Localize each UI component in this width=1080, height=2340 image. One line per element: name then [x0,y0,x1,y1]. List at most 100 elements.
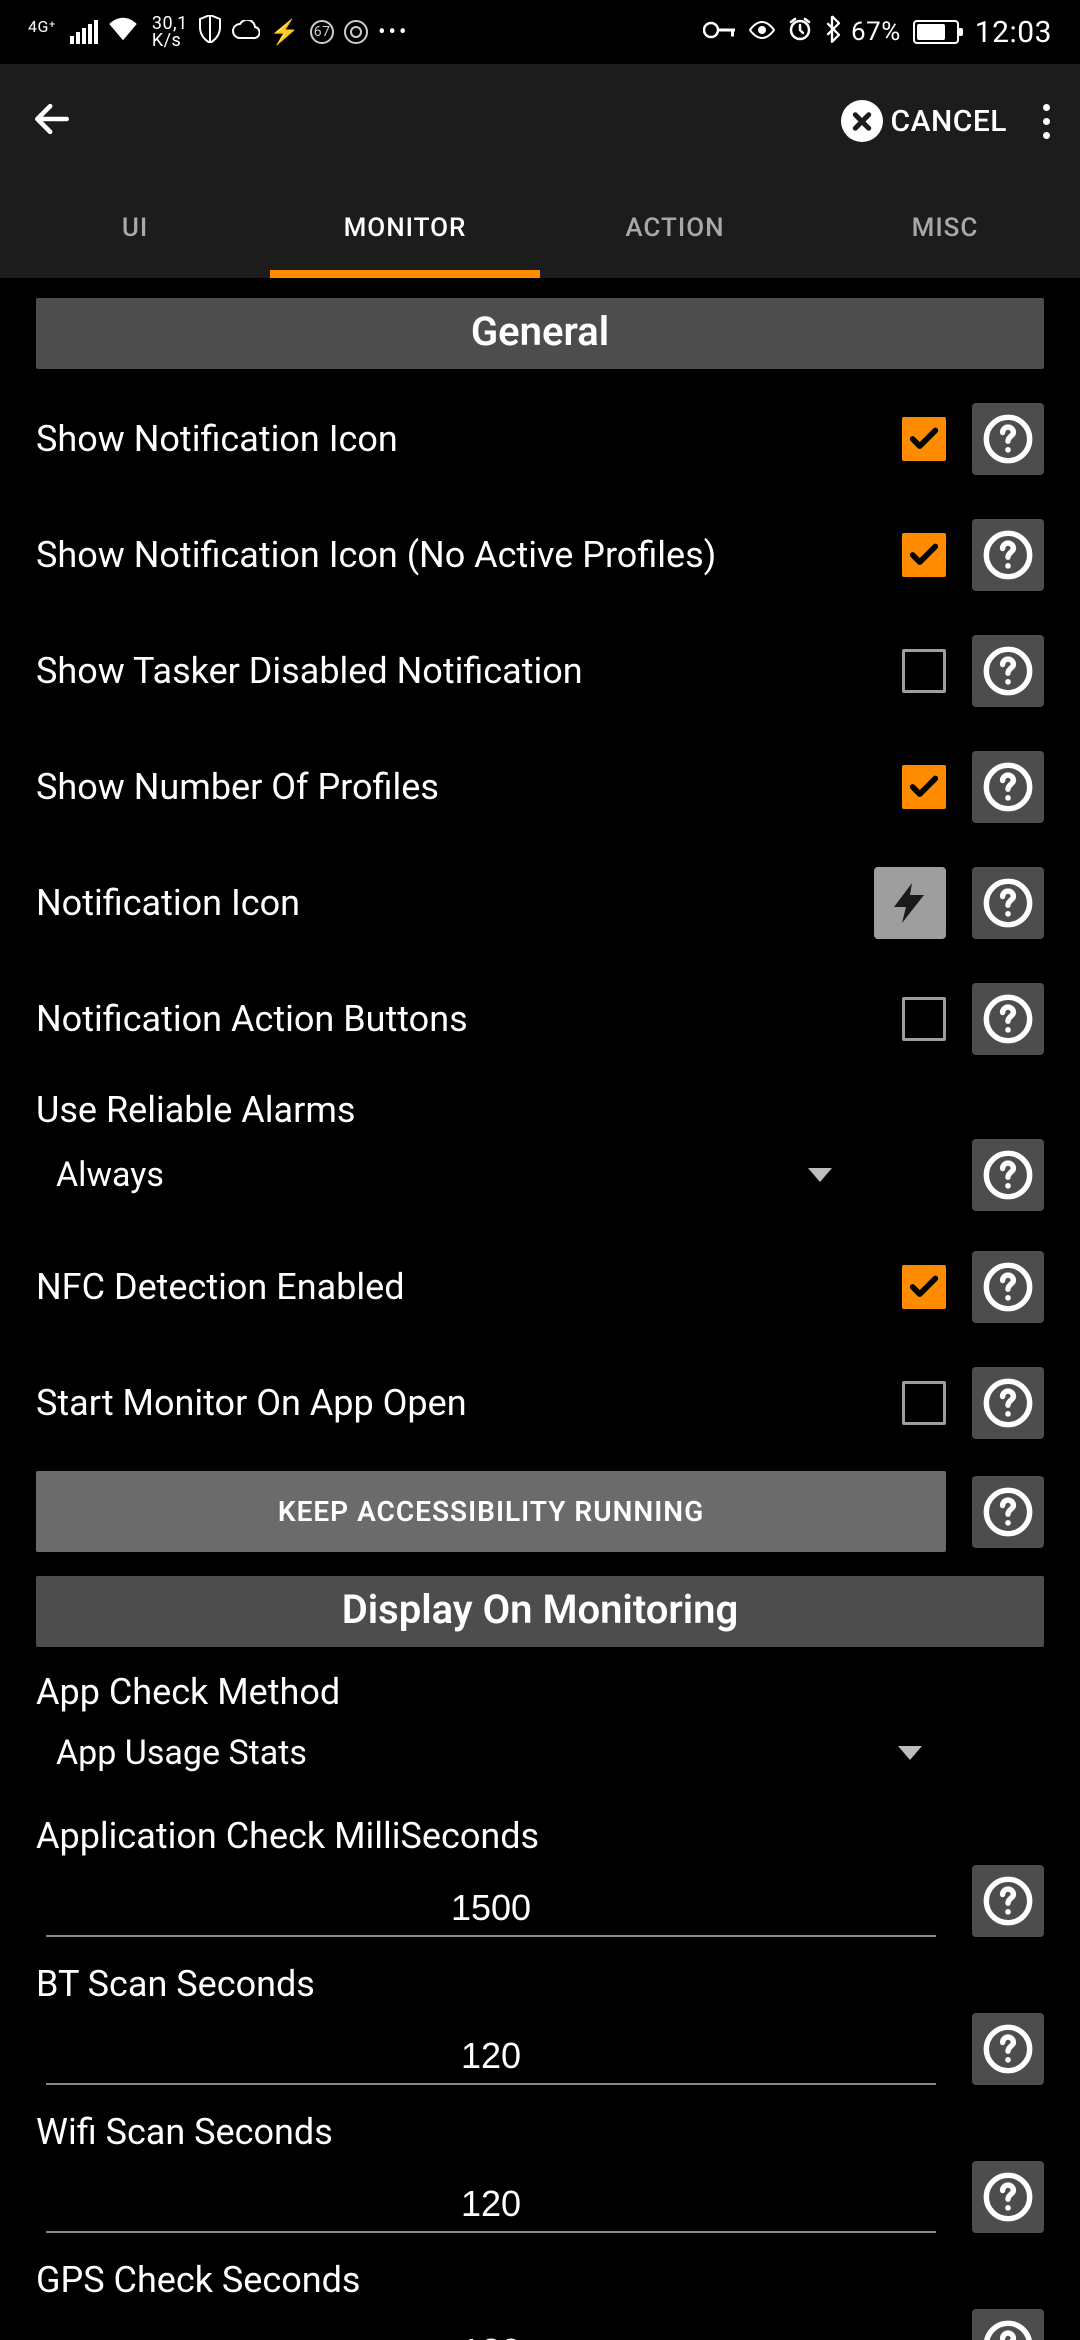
wifi-icon [108,17,138,48]
cloud-icon [232,17,260,47]
label: Show Notification Icon [36,418,876,460]
checkbox-show-notification-icon-noactive[interactable] [902,533,946,577]
row-bt-scan-value [36,2009,1044,2099]
signal-icon [70,20,98,44]
row-wifi-scan-label: Wifi Scan Seconds [36,2099,1044,2157]
input-gps-check[interactable] [46,2321,936,2340]
tab-monitor[interactable]: MONITOR [270,178,540,278]
section-header-general: General [36,298,1044,369]
checkbox-start-monitor-on-open[interactable] [902,1381,946,1425]
dropdown-value: Always [56,1155,164,1195]
status-right: 67% 12:03 [703,15,1052,50]
section-header-display-on: Display On Monitoring [36,1576,1044,1647]
help-button[interactable] [972,1476,1044,1548]
notification-icon-picker[interactable] [874,867,946,939]
help-button[interactable] [972,867,1044,939]
row-nfc-detection: NFC Detection Enabled [36,1229,1044,1345]
label: App Check Method [36,1671,1044,1713]
label: NFC Detection Enabled [36,1266,876,1308]
row-keep-accessibility: KEEP ACCESSIBILITY RUNNING [36,1461,1044,1576]
row-show-notification-icon: Show Notification Icon [36,381,1044,497]
clock-time: 12:03 [975,15,1052,50]
checkbox-notification-action-buttons[interactable] [902,997,946,1041]
cancel-label: CANCEL [891,104,1008,139]
row-show-notification-icon-noactive: Show Notification Icon (No Active Profil… [36,497,1044,613]
row-app-check-method-label: App Check Method [36,1659,1044,1717]
input-app-check-ms[interactable] [46,1877,936,1937]
help-button[interactable] [972,983,1044,1055]
row-show-tasker-disabled: Show Tasker Disabled Notification [36,613,1044,729]
dropdown-app-check-method[interactable]: App Usage Stats [36,1721,946,1785]
row-notification-icon: Notification Icon [36,845,1044,961]
tab-action[interactable]: ACTION [540,178,810,278]
checkbox-show-tasker-disabled[interactable] [902,649,946,693]
input-wifi-scan[interactable] [46,2173,936,2233]
label: BT Scan Seconds [36,1963,1044,2005]
help-button[interactable] [972,2161,1044,2233]
tab-misc[interactable]: MISC [810,178,1080,278]
label: Show Notification Icon (No Active Profil… [36,534,876,576]
cancel-button[interactable]: CANCEL [841,100,1008,142]
row-app-check-method-value: App Usage Stats [36,1717,1044,1803]
input-bt-scan[interactable] [46,2025,936,2085]
row-app-check-ms-value [36,1861,1044,1951]
help-button[interactable] [972,1865,1044,1937]
help-button[interactable] [972,2013,1044,2085]
label: Notification Action Buttons [36,998,876,1040]
label: Show Tasker Disabled Notification [36,650,876,692]
eye-icon [747,17,777,47]
overflow-menu-button[interactable] [1037,98,1056,145]
row-gps-check-value [36,2305,1044,2340]
row-gps-check-label: GPS Check Seconds [36,2247,1044,2305]
row-show-number-of-profiles: Show Number Of Profiles [36,729,1044,845]
label: Show Number Of Profiles [36,766,876,808]
tab-bar: UI MONITOR ACTION MISC [0,178,1080,278]
status-left: 4G⁺ 30,1 K/s ⚡ 67 ••• [28,15,409,50]
battery-percent: 67% [851,17,901,47]
help-button[interactable] [972,2309,1044,2340]
help-button[interactable] [972,751,1044,823]
dropdown-use-reliable-alarms[interactable]: Always [36,1143,856,1207]
help-button[interactable] [972,519,1044,591]
row-use-reliable-alarms-label: Use Reliable Alarms [36,1077,1044,1135]
circle-badge-1: 67 [310,20,334,44]
circle-badge-2 [344,20,368,44]
close-icon [841,100,883,142]
bolt-icon: ⚡ [270,18,300,46]
row-bt-scan-label: BT Scan Seconds [36,1951,1044,2009]
network-speed: 30,1 K/s [152,15,188,49]
row-notification-action-buttons: Notification Action Buttons [36,961,1044,1077]
key-icon [703,17,737,47]
help-button[interactable] [972,1367,1044,1439]
chevron-down-icon [898,1746,922,1760]
row-app-check-ms-label: Application Check MilliSeconds [36,1803,1044,1861]
checkbox-show-notification-icon[interactable] [902,417,946,461]
status-bar: 4G⁺ 30,1 K/s ⚡ 67 ••• [0,0,1080,64]
label: Notification Icon [36,882,848,924]
help-button[interactable] [972,403,1044,475]
alarm-icon [787,16,813,49]
label: Start Monitor On App Open [36,1382,876,1424]
label: Use Reliable Alarms [36,1089,1044,1131]
label: Wifi Scan Seconds [36,2111,1044,2153]
bluetooth-icon [823,15,841,50]
back-button[interactable] [30,97,74,145]
label: GPS Check Seconds [36,2259,1044,2301]
app-bar: CANCEL UI MONITOR ACTION MISC [0,64,1080,278]
keep-accessibility-button[interactable]: KEEP ACCESSIBILITY RUNNING [36,1471,946,1552]
shield-icon [198,15,222,50]
row-use-reliable-alarms-value: Always [36,1135,1044,1229]
status-more-icon: ••• [378,20,409,45]
battery-icon [913,20,959,44]
checkbox-show-number-of-profiles[interactable] [902,765,946,809]
network-type: 4G⁺ [28,17,56,36]
help-button[interactable] [972,1251,1044,1323]
tab-ui[interactable]: UI [0,178,270,278]
checkbox-nfc-detection[interactable] [902,1265,946,1309]
chevron-down-icon [808,1168,832,1182]
row-wifi-scan-value [36,2157,1044,2247]
help-button[interactable] [972,1139,1044,1211]
help-button[interactable] [972,635,1044,707]
label: Application Check MilliSeconds [36,1815,1044,1857]
settings-content[interactable]: General Show Notification Icon Show Noti… [0,278,1080,2340]
